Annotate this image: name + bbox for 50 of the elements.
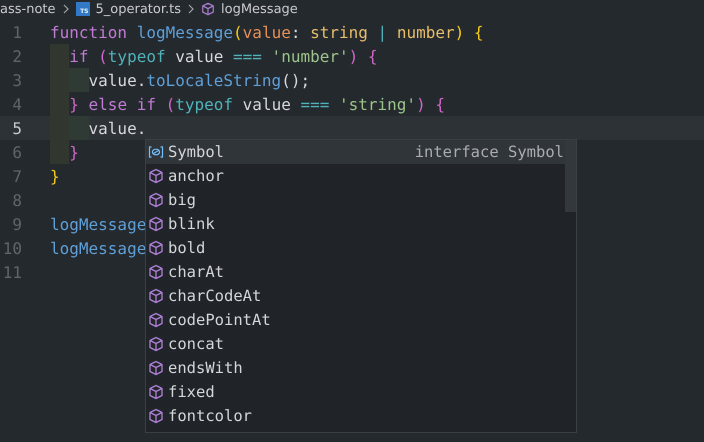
suggestion-item[interactable]: blink [146,212,576,236]
suggestion-detail: interface Symbol [414,143,564,161]
suggestion-item[interactable]: charCodeAt [146,284,576,308]
chevron-icon [62,4,70,14]
cube-icon [148,384,164,400]
line-number: 6 [11,142,22,162]
suggestion-item[interactable]: codePointAt [146,308,576,332]
breadcrumb-item[interactable]: 5_operator.ts [96,2,181,16]
code-text: function logMessage(value: string | number) { [50,22,484,44]
cube-icon [148,336,164,352]
interface-icon [148,144,164,160]
breadcrumb-item[interactable]: ass-note [0,2,56,16]
line-number: 8 [11,190,22,210]
suggestion-item[interactable]: charAt [146,260,576,284]
suggestion-item[interactable]: fontcolor [146,404,576,428]
chevron-icon [187,4,195,14]
cube-icon [148,408,164,424]
cube-icon [201,2,215,16]
suggestion-item[interactable]: anchor [146,164,576,188]
suggestion-item[interactable]: fixed [146,380,576,404]
line-number: 4 [11,94,22,114]
line-number: 11 [2,262,22,282]
breadcrumb-item[interactable]: logMessage [221,2,298,16]
code-text: if (typeof value === 'number') { [69,46,378,68]
cube-icon [148,192,164,208]
line-number: 5 [11,118,22,138]
code-text: } [50,166,60,188]
cube-icon [148,216,164,232]
suggestion-item[interactable]: big [146,188,576,212]
line-number: 1 [11,22,22,42]
code-text: } else if (typeof value === 'string') { [69,94,445,116]
cube-icon [148,264,164,280]
line-number: 10 [2,238,22,258]
cube-icon [148,288,164,304]
code-text: value.toLocaleString(); [88,70,310,92]
cube-icon [148,240,164,256]
code-text: logMessage [50,238,146,260]
cube-icon [148,168,164,184]
code-text: } [69,142,79,164]
cube-icon [148,360,164,376]
line-number: 9 [11,214,22,234]
suggestion-item[interactable]: concat [146,332,576,356]
line-number: 3 [11,70,22,90]
line-number: 2 [11,46,22,66]
line-number: 7 [11,166,22,186]
code-text: value. [88,118,146,140]
cube-icon [148,312,164,328]
suggestion-item[interactable]: endsWith [146,356,576,380]
suggestion-item[interactable]: bold [146,236,576,260]
code-text: logMessage [50,214,146,236]
